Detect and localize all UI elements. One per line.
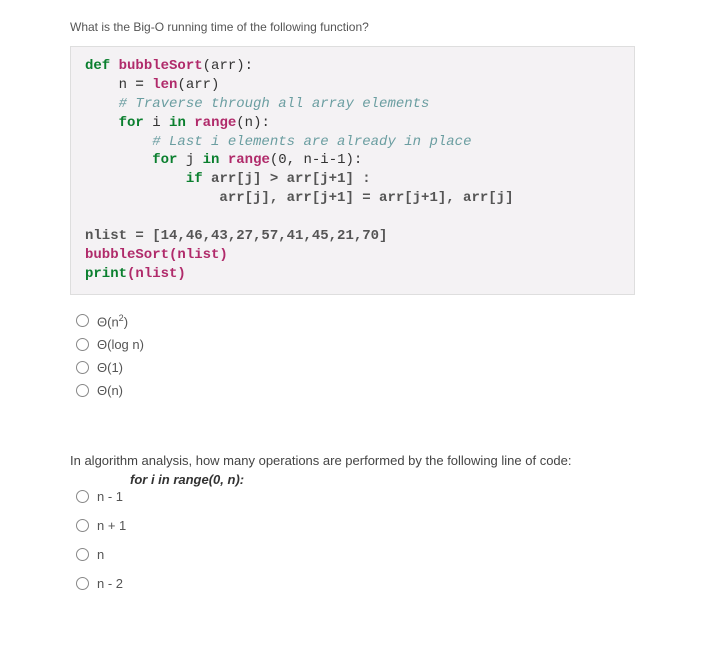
code-text: arr[j] > arr[j+1] : <box>203 171 371 187</box>
print-arg: (nlist) <box>127 266 186 282</box>
q2-code-line: for i in range(0, n): <box>130 472 635 487</box>
code-text: j <box>177 152 202 168</box>
q1-code-block: def bubbleSort(arr): n = len(arr) # Trav… <box>70 46 635 295</box>
code-text: arr[j], arr[j+1] = arr[j+1], arr[j] <box>219 190 513 206</box>
radio-icon <box>76 548 89 561</box>
comment: # Last i elements are already in place <box>152 134 471 150</box>
fn-bubblesort: bubbleSort <box>119 58 203 74</box>
fn-range: range <box>186 115 236 131</box>
option-label: Θ(n2) <box>97 313 128 329</box>
q2-option-b[interactable]: n + 1 <box>76 518 635 533</box>
option-label: n - 2 <box>97 576 123 591</box>
kw-in: in <box>203 152 220 168</box>
op-eq: = <box>127 77 152 93</box>
q2-options: n - 1 n + 1 n n - 2 <box>76 489 635 591</box>
kw-for: for <box>119 115 144 131</box>
radio-icon <box>76 490 89 503</box>
code-text: i <box>144 115 169 131</box>
option-label: n - 1 <box>97 489 123 504</box>
option-label: Θ(log n) <box>97 337 144 352</box>
kw-def: def <box>85 58 110 74</box>
radio-icon <box>76 338 89 351</box>
fn-len: len <box>152 77 177 93</box>
nlist-assign: nlist = [14,46,43,27,57,41,45,21,70] <box>85 228 387 244</box>
q1-option-d[interactable]: Θ(n) <box>76 383 635 398</box>
option-label: n <box>97 547 104 562</box>
code-text: (0, n-i-1): <box>270 152 362 168</box>
code-text: (arr): <box>203 58 253 74</box>
q1-options: Θ(n2) Θ(log n) Θ(1) Θ(n) <box>76 313 635 398</box>
option-label: Θ(n) <box>97 383 123 398</box>
option-label: Θ(1) <box>97 360 123 375</box>
code-text: (n): <box>236 115 270 131</box>
radio-icon <box>76 361 89 374</box>
q2-option-d[interactable]: n - 2 <box>76 576 635 591</box>
radio-icon <box>76 577 89 590</box>
radio-icon <box>76 314 89 327</box>
kw-if: if <box>186 171 203 187</box>
fn-range: range <box>219 152 269 168</box>
comment: # Traverse through all array elements <box>119 96 430 112</box>
q2-option-a[interactable]: n - 1 <box>76 489 635 504</box>
q1-prompt: What is the Big-O running time of the fo… <box>70 20 635 34</box>
var-n: n <box>119 77 127 93</box>
q1-option-a[interactable]: Θ(n2) <box>76 313 635 329</box>
kw-for: for <box>152 152 177 168</box>
call-bubblesort: bubbleSort(nlist) <box>85 247 228 263</box>
radio-icon <box>76 519 89 532</box>
q2-option-c[interactable]: n <box>76 547 635 562</box>
q1-option-b[interactable]: Θ(log n) <box>76 337 635 352</box>
kw-print: print <box>85 266 127 282</box>
option-label: n + 1 <box>97 518 126 533</box>
kw-in: in <box>169 115 186 131</box>
q2-prompt: In algorithm analysis, how many operatio… <box>70 453 635 468</box>
code-text: (arr) <box>177 77 219 93</box>
radio-icon <box>76 384 89 397</box>
q1-option-c[interactable]: Θ(1) <box>76 360 635 375</box>
